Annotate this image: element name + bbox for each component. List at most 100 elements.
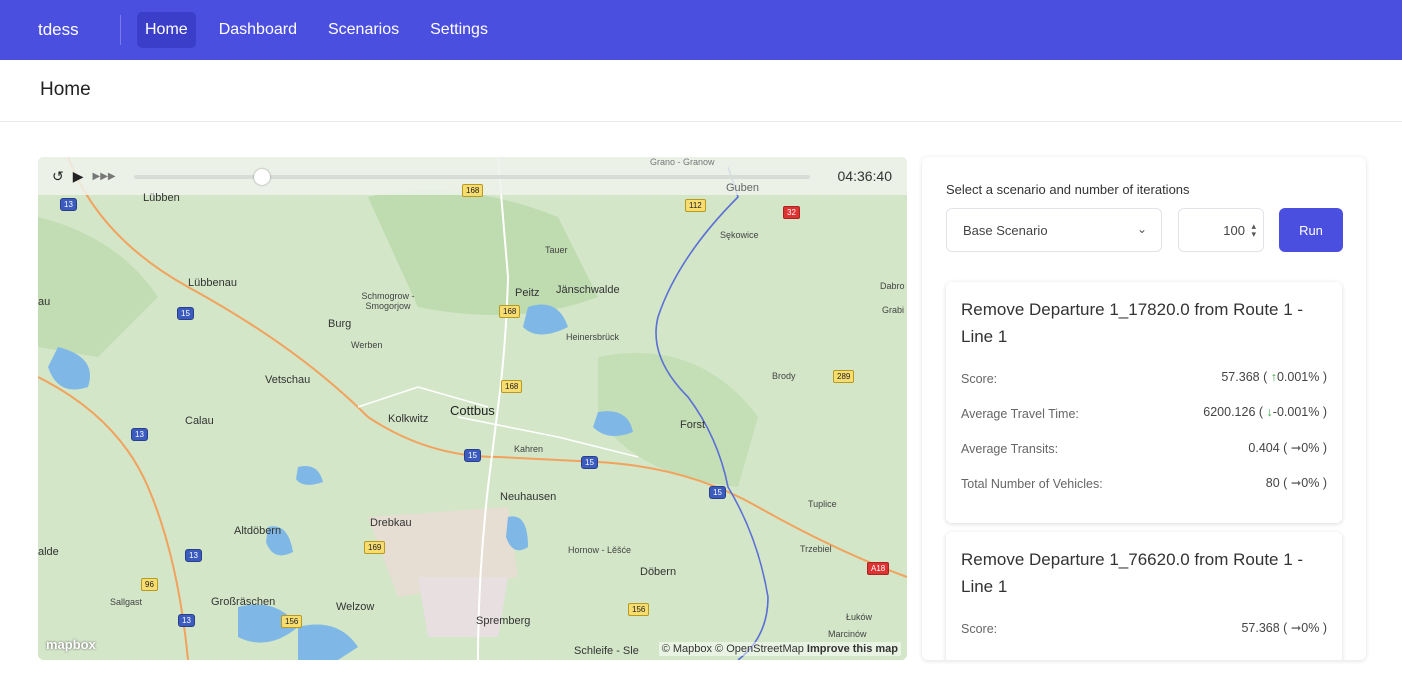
map-label: Guben [726,182,760,194]
attribution-text[interactable]: © Mapbox © OpenStreetMap [662,643,804,655]
iterations-value: 100 [1223,222,1245,238]
map-label: Schleife - Sle [574,645,639,657]
road-shield: 168 [501,380,523,393]
road-shield: 13 [178,614,195,627]
road-shield: 15 [464,449,481,462]
road-shield: 32 [783,206,800,219]
reset-icon[interactable]: ↺ [52,168,64,185]
iterations-input[interactable]: 100 ▴ ▾ [1178,208,1264,252]
map-label: Altdöbern [234,525,282,537]
metric-value: 80 ( ➞0% ) [1265,476,1327,490]
stepper-icon[interactable]: ▴ ▾ [1251,222,1256,239]
map-label: Hornow - Lěšće [568,545,632,555]
map-label: Tauer [545,245,568,255]
playback-slider-thumb[interactable] [254,169,271,185]
map-label: Neuhausen [500,491,557,503]
result-card-title: Remove Departure 1_17820.0 from Route 1 … [961,300,1304,346]
result-card[interactable]: Remove Departure 1_17820.0 from Route 1 … [946,282,1342,523]
map-label: Cottbus [450,403,495,418]
metric-row: Total Number of Vehicles: 80 ( ➞0% ) [961,476,1327,491]
map-label: Grano - Granow [650,157,715,167]
brand-logo[interactable]: tdess [38,20,120,40]
map-label: Kahren [514,444,544,454]
arrow-right-icon: ➞ [1290,476,1302,490]
map-label: Lübben [143,192,180,204]
scenario-panel: Select a scenario and number of iteratio… [922,157,1366,660]
road-shield: 13 [131,428,148,441]
play-icon[interactable]: ▶ [73,168,84,185]
road-shield: 156 [281,615,303,628]
road-shield: 15 [177,307,194,320]
map-label: Forst [680,419,706,431]
road-shield: 15 [709,486,726,499]
chevron-down-icon: ⌄ [1136,222,1147,236]
map-label: Heinersbrück [566,332,620,342]
run-button[interactable]: Run [1279,208,1343,252]
map-label: Spremberg [476,615,531,627]
metric-value: 57.368 ( ↑0.001% ) [1221,370,1327,384]
page-title: Home [40,79,91,100]
map-label: Burg [328,318,352,330]
mapbox-logo[interactable]: mapbox [46,637,96,652]
result-card[interactable]: Remove Departure 1_76620.0 from Route 1 … [946,532,1342,660]
nav-link-home[interactable]: Home [137,12,196,48]
map-label: Trzebiel [800,544,832,554]
improve-map-link[interactable]: Improve this map [807,643,898,655]
metric-label: Score: [961,622,998,636]
nav-link-dashboard[interactable]: Dashboard [211,12,305,48]
map-label: alde [38,546,59,558]
nav-link-settings[interactable]: Settings [422,12,496,48]
metric-row: Score: 57.368 ( ➞0% ) [961,621,1327,636]
metric-row: Average Transits: 0.404 ( ➞0% ) [961,441,1327,456]
map-label: Großräschen [211,596,276,608]
map-label: Tuplice [808,499,837,509]
map-label: Sękowice [720,230,759,240]
map-label: Lübbenau [188,277,237,289]
map-label: Döbern [640,566,677,578]
top-navbar: tdess Home Dashboard Scenarios Settings [0,0,1402,60]
map-label: Łuków [846,612,873,622]
metric-value: 0.404 ( ➞0% ) [1248,441,1327,455]
road-shield: 112 [685,199,706,212]
map-attribution: © Mapbox © OpenStreetMap Improve this ma… [658,642,901,656]
metric-value: 6200.126 ( ↓-0.001% ) [1203,405,1327,419]
arrow-right-icon: ➞ [1290,441,1302,455]
map-label: Peitz [515,287,540,299]
metric-label: Total Number of Vehicles: [961,477,1103,491]
page-header: Home [0,60,1402,122]
nav-divider [120,15,121,45]
map-label: Vetschau [265,374,311,386]
map-label: Drebkau [370,517,412,529]
metric-value: 57.368 ( ➞0% ) [1241,621,1327,635]
metric-label: Average Travel Time: [961,407,1079,421]
map-label: Brody [772,371,796,381]
playback-slider[interactable] [134,169,810,185]
map-label: Werben [351,340,383,350]
road-shield: 156 [628,603,650,616]
map-label: Dabro [880,281,905,291]
nav-link-scenarios[interactable]: Scenarios [320,12,407,48]
map-view[interactable]: ↺ ▶ ▶▶▶ 04:36:40 Lübben Lübbenau Burg We… [38,157,907,660]
road-shield: 289 [833,370,855,383]
road-shield: 169 [364,541,386,554]
result-card-title: Remove Departure 1_76620.0 from Route 1 … [961,550,1304,596]
map-label: Sallgast [110,597,143,607]
metric-row: Score: 57.368 ( ↑0.001% ) [961,370,1327,386]
map-label: Schmogrow - Smogorjow [361,291,415,311]
map-label: Marcinów [828,629,867,639]
road-shield: 13 [60,198,77,211]
arrow-right-icon: ➞ [1290,621,1302,635]
road-shield: A18 [867,562,890,575]
scenario-select-value: Base Scenario [963,222,1048,238]
metric-label: Average Transits: [961,442,1059,456]
road-shield: 15 [581,456,598,469]
map-label: Jänschwalde [556,284,620,296]
map-label: au [38,296,51,308]
metric-row: Average Travel Time: 6200.126 ( ↓-0.001%… [961,405,1327,421]
fast-forward-icon[interactable]: ▶▶▶ [93,171,116,182]
map-label: Calau [185,415,214,427]
road-shield: 13 [185,549,202,562]
road-shield: 168 [462,184,484,197]
map-label: Kolkwitz [388,413,429,425]
scenario-select[interactable]: Base Scenario ⌄ [946,208,1162,252]
